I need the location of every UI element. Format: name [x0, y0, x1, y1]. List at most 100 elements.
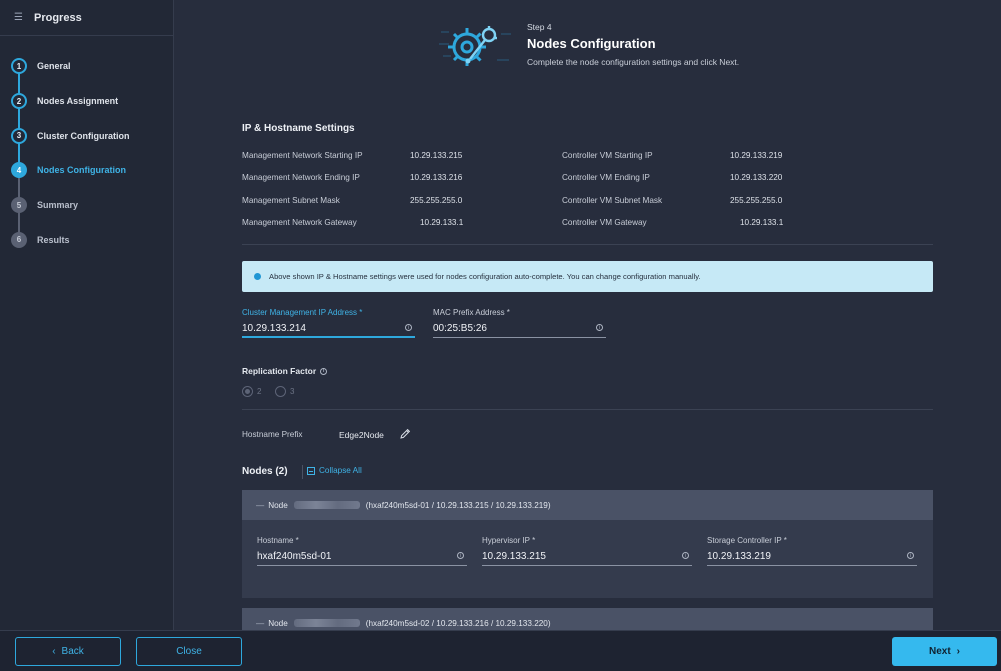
step-number: 3 — [11, 127, 27, 144]
info-icon[interactable]: i — [596, 324, 603, 331]
mgmt-end-ip-value: 10.29.133.216 — [410, 173, 463, 182]
info-banner: Above shown IP & Hostname settings were … — [242, 261, 933, 292]
footer-bar: ‹ Back Close Next › — [0, 630, 1001, 671]
mgmt-subnet-value: 255.255.255.0 — [410, 196, 463, 205]
step-label: Results — [37, 234, 70, 245]
redacted-serial — [293, 619, 360, 627]
collapse-all-button[interactable]: Collapse All — [307, 466, 362, 475]
node-header[interactable]: — Node (hxaf240m5sd-02 / 10.29.133.216 /… — [242, 608, 933, 630]
mgmt-subnet-label: Management Subnet Mask — [242, 196, 340, 205]
step-connector-done — [18, 65, 20, 170]
chevron-left-icon: ‹ — [52, 646, 56, 657]
hypervisor-ip-label: Hypervisor IP * — [482, 536, 536, 545]
step-label: Cluster Configuration — [37, 130, 130, 141]
collapse-all-label: Collapse All — [319, 466, 362, 475]
mac-prefix-value: 00:25:B5:26 — [433, 323, 487, 334]
edit-pencil-icon[interactable] — [399, 428, 411, 440]
radio-label: 2 — [257, 387, 262, 396]
hostname-prefix-value: Edge2Node — [339, 430, 384, 440]
radio-empty-icon — [275, 386, 286, 397]
cluster-ip-value: 10.29.133.214 — [242, 323, 306, 334]
cluster-ip-input[interactable]: 10.29.133.214 i — [242, 322, 415, 338]
step-label: Nodes Configuration — [37, 165, 126, 176]
mac-prefix-field[interactable]: MAC Prefix Address * 00:25:B5:26 i — [433, 308, 606, 338]
close-button[interactable]: Close — [136, 637, 242, 666]
storage-controller-ip-label: Storage Controller IP * — [707, 536, 787, 545]
next-label: Next — [928, 646, 951, 657]
node-detail: (hxaf240m5sd-02 / 10.29.133.216 / 10.29.… — [365, 618, 551, 628]
back-label: Back — [61, 646, 84, 657]
replication-factor-label: Replication Factor i — [242, 366, 328, 376]
step-kicker: Step 4 — [527, 22, 552, 32]
mac-prefix-label: MAC Prefix Address * — [433, 308, 510, 317]
back-button[interactable]: ‹ Back — [15, 637, 121, 666]
step-label: Summary — [37, 200, 79, 211]
mgmt-start-ip-value: 10.29.133.215 — [410, 151, 463, 160]
vm-subnet-value: 255.255.255.0 — [730, 196, 783, 205]
node-card: — Node (hxaf240m5sd-02 / 10.29.133.216 /… — [242, 608, 933, 630]
divider — [242, 244, 933, 245]
hostname-field[interactable]: Hostname * hxaf240m5sd-01 i — [257, 536, 467, 566]
step-cluster-configuration[interactable]: 3 Cluster Configuration — [0, 118, 173, 153]
progress-list-icon[interactable]: ☰ — [14, 12, 25, 23]
chevron-right-icon: › — [956, 646, 961, 657]
nodes-title: Nodes (2) — [242, 466, 288, 477]
vm-end-ip-label: Controller VM Ending IP — [562, 173, 650, 182]
cluster-ip-label: Cluster Management IP Address * — [242, 308, 363, 317]
mgmt-start-ip-label: Management Network Starting IP — [242, 151, 363, 160]
step-results: 6 Results — [0, 222, 173, 257]
collapse-dash-icon: — — [256, 618, 265, 628]
node-detail: (hxaf240m5sd-01 / 10.29.133.215 / 10.29.… — [365, 500, 551, 510]
step-nodes-assignment[interactable]: 2 Nodes Assignment — [0, 84, 173, 119]
radio-label: 3 — [290, 387, 295, 396]
vm-subnet-label: Controller VM Subnet Mask — [562, 196, 663, 205]
gear-wrench-icon — [439, 26, 511, 66]
hypervisor-ip-input[interactable]: 10.29.133.215 i — [482, 550, 692, 566]
info-icon[interactable]: i — [320, 367, 328, 375]
vm-gateway-value: 10.29.133.1 — [740, 218, 784, 227]
step-general[interactable]: 1 General — [0, 49, 173, 84]
step-number: 6 — [11, 231, 27, 248]
page-title: Nodes Configuration — [527, 36, 656, 51]
info-icon — [254, 273, 261, 280]
hypervisor-ip-value: 10.29.133.215 — [482, 551, 546, 562]
hostname-input[interactable]: hxaf240m5sd-01 i — [257, 550, 467, 566]
step-number: 4 — [11, 162, 27, 179]
progress-steps: 1 General 2 Nodes Assignment 3 Cluster C… — [0, 36, 173, 257]
info-icon[interactable]: i — [682, 552, 689, 559]
next-button[interactable]: Next › — [892, 637, 997, 666]
mgmt-gateway-value: 10.29.133.1 — [420, 218, 464, 227]
info-icon[interactable]: i — [907, 552, 914, 559]
mgmt-end-ip-label: Management Network Ending IP — [242, 173, 360, 182]
sidebar-header: ☰ Progress — [0, 0, 173, 36]
vm-end-ip-value: 10.29.133.220 — [730, 173, 783, 182]
storage-controller-ip-field[interactable]: Storage Controller IP * 10.29.133.219 i — [707, 536, 917, 566]
replication-factor-text: Replication Factor — [242, 366, 317, 376]
hypervisor-ip-field[interactable]: Hypervisor IP * 10.29.133.215 i — [482, 536, 692, 566]
step-nodes-configuration[interactable]: 4 Nodes Configuration — [0, 153, 173, 188]
page-description: Complete the node configuration settings… — [527, 57, 740, 67]
node-prefix: Node — [268, 500, 288, 510]
ip-settings-title: IP & Hostname Settings — [242, 123, 355, 134]
step-summary: 5 Summary — [0, 188, 173, 223]
node-header[interactable]: — Node (hxaf240m5sd-01 / 10.29.133.215 /… — [242, 490, 933, 520]
info-icon[interactable]: i — [405, 324, 412, 331]
progress-sidebar: ☰ Progress 1 General 2 Nodes Assignment … — [0, 0, 174, 630]
replication-radio-3[interactable]: 3 — [275, 386, 294, 397]
divider — [242, 409, 933, 410]
mac-prefix-input[interactable]: 00:25:B5:26 i — [433, 322, 606, 338]
divider — [302, 465, 303, 479]
main-content: Step 4 Nodes Configuration Complete the … — [175, 0, 1001, 630]
hostname-label: Hostname * — [257, 536, 299, 545]
replication-radio-2[interactable]: 2 — [242, 386, 261, 397]
storage-controller-ip-value: 10.29.133.219 — [707, 551, 771, 562]
hostname-prefix-label: Hostname Prefix — [242, 430, 303, 439]
info-icon[interactable]: i — [457, 552, 464, 559]
step-number: 1 — [11, 58, 27, 75]
radio-selected-icon — [242, 386, 253, 397]
step-label: General — [37, 61, 71, 72]
storage-controller-ip-input[interactable]: 10.29.133.219 i — [707, 550, 917, 566]
sidebar-title: Progress — [34, 11, 82, 24]
vm-gateway-label: Controller VM Gateway — [562, 218, 647, 227]
cluster-ip-field[interactable]: Cluster Management IP Address * 10.29.13… — [242, 308, 415, 338]
